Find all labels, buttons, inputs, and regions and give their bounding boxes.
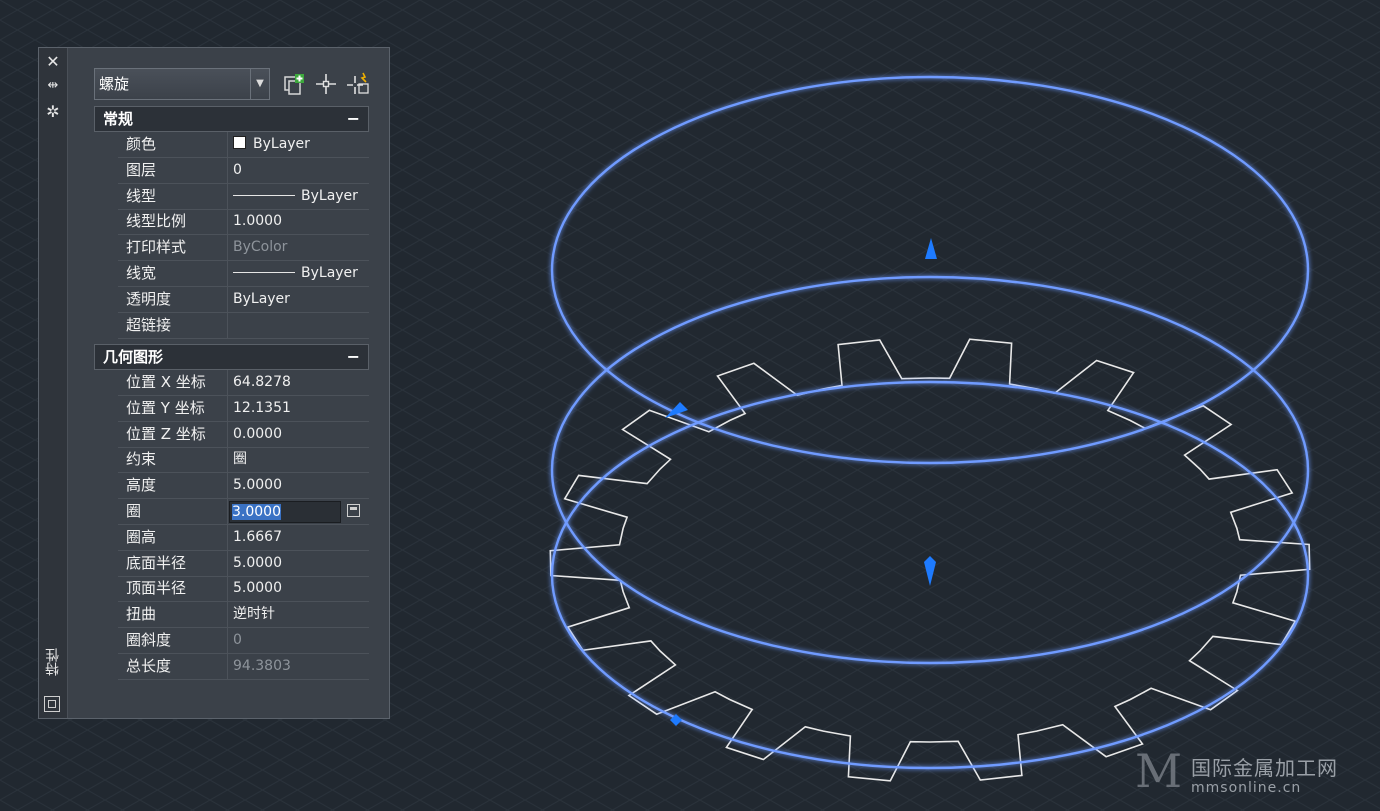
line-sample-icon [233,194,295,196]
close-icon[interactable]: ✕ [43,52,63,72]
palette-title: 特性 [45,648,61,676]
property-row[interactable]: 位置 Y 坐标 12.1351 [118,395,369,422]
property-row[interactable]: 总长度 94.3803 [118,653,369,680]
property-name: 扭曲 [118,602,228,628]
property-row[interactable]: 图层 0 [118,157,369,184]
property-name: 圈高 [118,524,228,550]
line-sample-icon [233,272,295,273]
property-value[interactable]: 圈 [229,447,369,472]
property-value[interactable]: 5.0000 [229,576,369,601]
property-row[interactable]: 约束圈 [118,447,369,474]
property-value[interactable]: 0.0000 [229,422,369,447]
property-value-text: ByLayer [253,136,310,152]
property-name: 底面半径 [118,550,228,576]
property-name: 打印样式 [118,235,228,261]
property-value[interactable]: 0 [229,158,369,183]
section-general-header[interactable]: 常规 − [94,106,369,132]
turns-input-value: 3.0000 [232,504,281,520]
section-general-title: 常规 [103,110,134,128]
property-row[interactable]: 圈 3.0000 [118,499,369,525]
property-row[interactable]: 圈高 1.6667 [118,524,369,551]
property-value[interactable]: 逆时针 [229,602,369,627]
properties-palette: ✕ ⇹ ✲ 特性 螺旋 ▼ 常规 − 颜色 ByLayer 图层 0 线型 By… [38,47,390,719]
property-value[interactable]: 0 [229,628,369,653]
property-name: 位置 Y 坐标 [118,395,228,421]
property-name: 超链接 [118,312,228,338]
property-value[interactable]: 64.8278 [229,370,369,395]
property-value[interactable]: 1.0000 [229,209,369,234]
property-row[interactable]: 超链接 [118,312,369,339]
property-name: 图层 [118,157,228,183]
property-row[interactable]: 线宽 ByLayer [118,261,369,287]
section-geometry-title: 几何图形 [103,348,164,366]
watermark-logo: M [1135,744,1183,798]
object-type-label: 螺旋 [99,75,130,93]
property-row[interactable]: 透明度 ByLayer [118,286,369,313]
select-objects-icon[interactable] [314,72,338,96]
property-value[interactable]: ByLayer [229,132,369,157]
property-name: 位置 Z 坐标 [118,421,228,447]
property-row[interactable]: 线型比例 1.0000 [118,209,369,236]
property-name: 高度 [118,473,228,499]
property-row[interactable]: 圈斜度 0 [118,628,369,654]
collapse-general-button[interactable]: − [347,107,360,131]
property-row[interactable]: 位置 Z 坐标 0.0000 [118,421,369,448]
section-geometry-header[interactable]: 几何图形 − [94,344,369,370]
autohide-icon[interactable]: ⇹ [43,76,63,96]
pickadd-icon[interactable] [346,72,370,96]
palette-toggle-icon[interactable] [44,696,60,712]
palette-titlebar[interactable]: ✕ ⇹ ✲ 特性 [39,48,68,718]
collapse-geometry-button[interactable]: − [347,345,360,369]
property-name: 颜色 [118,132,228,157]
property-value[interactable] [229,313,369,338]
quick-select-icon[interactable] [282,72,306,96]
watermark-site-name: 国际金属加工网 [1191,756,1338,780]
calculator-icon[interactable] [347,504,360,517]
chevron-down-icon[interactable]: ▼ [250,69,269,99]
property-name: 线型 [118,183,228,209]
property-value[interactable]: 5.0000 [229,473,369,498]
watermark-url: mmsonline.cn [1191,780,1302,796]
property-name: 约束 [118,447,228,473]
property-name: 透明度 [118,286,228,312]
property-name: 位置 X 坐标 [118,370,228,395]
settings-icon[interactable]: ✲ [43,102,63,122]
property-value[interactable]: 94.3803 [229,654,369,679]
property-name: 总长度 [118,653,228,679]
property-value[interactable]: 3.0000 [229,499,369,524]
property-value-text: ByLayer [301,187,358,204]
property-value-text: ByLayer [301,265,358,281]
property-row[interactable]: 高度 5.0000 [118,473,369,500]
object-type-dropdown[interactable]: 螺旋 ▼ [94,68,270,100]
watermark: M 国际金属加工网 mmsonline.cn [1135,748,1375,808]
property-value[interactable]: ByColor [229,235,369,260]
property-name: 圈斜度 [118,628,228,653]
property-row[interactable]: 颜色 ByLayer [118,132,369,158]
property-name: 线宽 [118,261,228,286]
property-row[interactable]: 打印样式 ByColor [118,235,369,262]
property-value[interactable]: ByLayer [229,184,369,209]
property-name: 线型比例 [118,209,228,235]
property-value[interactable]: 1.6667 [229,525,369,550]
property-row[interactable]: 底面半径 5.0000 [118,550,369,577]
property-name: 圈 [118,499,228,524]
property-row[interactable]: 顶面半径 5.0000 [118,576,369,603]
color-swatch-icon [233,136,246,149]
property-value[interactable]: ByLayer [229,261,369,286]
turns-input[interactable]: 3.0000 [229,501,341,523]
property-row[interactable]: 线型 ByLayer [118,183,369,210]
property-row[interactable]: 扭曲 逆时针 [118,602,369,629]
property-name: 顶面半径 [118,576,228,602]
property-value[interactable]: ByLayer [229,287,369,312]
property-value[interactable]: 5.0000 [229,551,369,576]
property-row[interactable]: 位置 X 坐标 64.8278 [118,370,369,396]
property-value[interactable]: 12.1351 [229,396,369,421]
